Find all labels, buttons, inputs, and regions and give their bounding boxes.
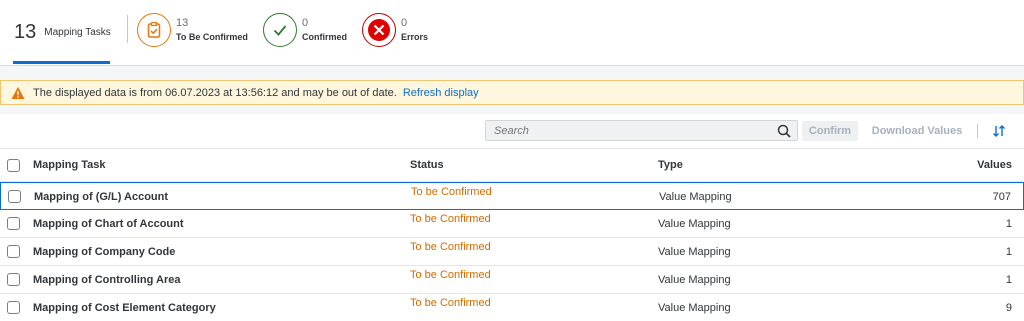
values-count: 1 xyxy=(1005,246,1012,258)
row-checkbox[interactable] xyxy=(7,301,20,314)
status-text: To be Confirmed xyxy=(411,186,492,198)
values-count: 9 xyxy=(1005,302,1012,314)
table-row[interactable]: Mapping of Controlling Area To be Confir… xyxy=(0,266,1024,294)
tab-confirmed[interactable]: 0 Confirmed xyxy=(263,8,347,52)
search-icon[interactable] xyxy=(777,124,791,138)
column-header-mapping-task[interactable]: Mapping Task xyxy=(33,159,106,171)
total-label: Mapping Tasks xyxy=(44,26,111,38)
column-header-type[interactable]: Type xyxy=(658,159,683,171)
values-count: 707 xyxy=(992,191,1011,203)
to-be-confirmed-label: To Be Confirmed xyxy=(176,31,248,42)
total-count: 13 xyxy=(14,20,37,43)
download-values-button[interactable]: Download Values xyxy=(868,121,966,141)
toolbar-separator xyxy=(977,124,978,138)
warning-message-strip: The displayed data is from 06.07.2023 at… xyxy=(0,80,1024,105)
mapping-task-name: Mapping of Cost Element Category xyxy=(33,302,216,314)
mapping-task-name: Mapping of (G/L) Account xyxy=(34,191,169,203)
row-checkbox[interactable] xyxy=(7,217,20,230)
tab-separator xyxy=(127,15,128,43)
values-count: 1 xyxy=(1005,218,1012,230)
table-row[interactable]: Mapping of Company Code To be Confirmed … xyxy=(0,238,1024,266)
to-be-confirmed-count: 13 xyxy=(176,16,189,29)
status-text: To be Confirmed xyxy=(410,269,491,281)
values-count: 1 xyxy=(1005,274,1012,286)
status-text: To be Confirmed xyxy=(410,297,491,309)
table-toolbar: Confirm Download Values xyxy=(0,114,1024,148)
tab-errors[interactable]: 0 Errors xyxy=(362,8,428,52)
error-x-icon xyxy=(362,13,396,47)
refresh-display-link[interactable]: Refresh display xyxy=(403,87,479,99)
tab-to-be-confirmed[interactable]: 13 To Be Confirmed xyxy=(137,8,248,52)
checkmark-icon xyxy=(263,13,297,47)
confirmed-label: Confirmed xyxy=(302,31,347,42)
row-checkbox[interactable] xyxy=(8,190,21,203)
status-text: To be Confirmed xyxy=(410,213,491,225)
status-text: To be Confirmed xyxy=(410,241,491,253)
type-text: Value Mapping xyxy=(658,302,731,314)
select-all-checkbox[interactable] xyxy=(7,159,20,172)
tab-all-mapping-tasks[interactable]: 13 Mapping Tasks xyxy=(14,10,111,54)
mapping-task-name: Mapping of Company Code xyxy=(33,246,176,258)
column-header-status[interactable]: Status xyxy=(410,159,444,171)
table-header: Mapping Task Status Type Values xyxy=(0,148,1024,182)
mapping-task-name: Mapping of Controlling Area xyxy=(33,274,181,286)
errors-label: Errors xyxy=(401,31,429,42)
sort-icon xyxy=(993,125,1005,137)
table-row[interactable]: Mapping of Cost Element Category To be C… xyxy=(0,294,1024,321)
column-header-values[interactable]: Values xyxy=(977,159,1012,171)
type-text: Value Mapping xyxy=(658,218,731,230)
table-row[interactable]: Mapping of (G/L) Account To be Confirmed… xyxy=(0,182,1024,210)
search-field[interactable] xyxy=(485,120,798,141)
row-checkbox[interactable] xyxy=(7,245,20,258)
warning-message-text: The displayed data is from 06.07.2023 at… xyxy=(33,86,397,99)
type-text: Value Mapping xyxy=(658,274,731,286)
mapping-tasks-table: Confirm Download Values Mapping Task Sta… xyxy=(0,114,1024,321)
icon-tab-bar: 13 Mapping Tasks 13 To Be Confirmed 0 Co… xyxy=(0,0,1024,66)
selected-tab-indicator xyxy=(13,61,110,64)
search-input[interactable] xyxy=(486,121,766,141)
mapping-task-name: Mapping of Chart of Account xyxy=(33,218,184,230)
confirm-button[interactable]: Confirm xyxy=(802,121,858,141)
type-text: Value Mapping xyxy=(658,246,731,258)
table-row[interactable]: Mapping of Chart of Account To be Confir… xyxy=(0,210,1024,238)
sort-button[interactable] xyxy=(988,121,1010,141)
type-text: Value Mapping xyxy=(659,191,732,203)
warning-triangle-icon xyxy=(11,86,25,99)
clipboard-check-icon xyxy=(137,13,171,47)
confirmed-count: 0 xyxy=(302,16,309,29)
errors-count: 0 xyxy=(401,16,408,29)
row-checkbox[interactable] xyxy=(7,273,20,286)
